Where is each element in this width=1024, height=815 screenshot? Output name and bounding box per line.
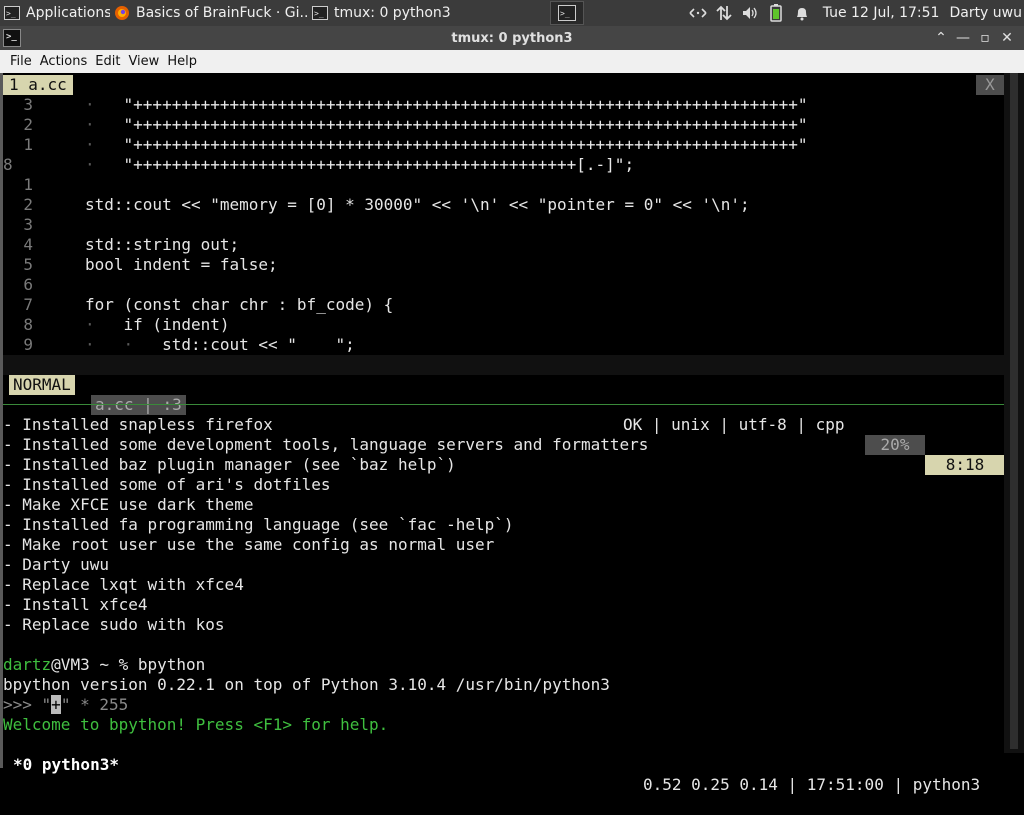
workspace-icon: >_ — [558, 5, 576, 21]
log-line: - Installed some of ari's dotfiles — [3, 475, 331, 494]
terminal-app-icon: >_ — [4, 6, 20, 20]
tmux-status-right: 0.52 0.25 0.14 | 17:51:00 | python3 — [643, 775, 981, 794]
vim-filename: a.cc | :3 — [91, 395, 186, 415]
tmux-pane-divider[interactable] — [3, 404, 1004, 405]
vim-fileinfo: OK | unix | utf-8 | cpp — [623, 415, 845, 434]
applications-label: Applications — [26, 5, 110, 21]
firefox-icon — [115, 6, 129, 20]
terminal-scrollbar[interactable] — [1004, 73, 1024, 753]
log-line: - Installed snapless firefox — [3, 415, 273, 434]
menu-view[interactable]: View — [128, 54, 167, 69]
tmux-statusbar: *0 python3* 0.52 0.25 0.14 | 17:51:00 | … — [3, 735, 1024, 794]
scrollbar-thumb[interactable] — [1010, 73, 1018, 749]
top-panel: >_ Applications ☰ Basics of BrainFuck · … — [0, 0, 1024, 26]
applications-menu[interactable]: >_ Applications ☰ — [0, 1, 110, 25]
log-line: - Make root user use the same config as … — [3, 535, 495, 554]
vim-cursor-position: 8:18 — [925, 455, 1005, 475]
window-title: tmux: 0 python3 — [451, 30, 573, 46]
chevron-up-icon[interactable]: ⌃ — [930, 30, 952, 46]
bpython-version: bpython version 0.22.1 on top of Python … — [3, 675, 610, 694]
svg-text:>_: >_ — [314, 9, 324, 18]
workspace-switcher[interactable]: >_ — [550, 1, 584, 25]
svg-text:>_: >_ — [6, 9, 16, 18]
menu-edit[interactable]: Edit — [95, 54, 128, 69]
panel-user[interactable]: Darty uwu — [949, 5, 1022, 21]
log-line: - Installed some development tools, lang… — [3, 435, 649, 454]
window-titlebar: >_ tmux: 0 python3 ⌃ — ▫ ✕ — [0, 26, 1024, 50]
vim-statusline: NORMAL a.cc | :3 OK | unix | utf-8 | cpp… — [3, 355, 1005, 475]
menu-file[interactable]: File — [0, 54, 40, 69]
volume-icon[interactable] — [739, 2, 761, 24]
log-line: - Replace lxqt with xfce4 — [3, 575, 244, 594]
bpython-input[interactable]: >>> "+" * 255 — [3, 695, 128, 715]
battery-icon[interactable] — [765, 2, 787, 24]
tmux-window-tab[interactable]: *0 python3* — [13, 755, 119, 775]
log-line: - Installed baz plugin manager (see `baz… — [3, 455, 456, 474]
terminal-icon: >_ — [312, 6, 328, 20]
text-cursor: + — [51, 695, 61, 714]
panel-clock[interactable]: Tue 12 Jul, 17:51 — [823, 5, 940, 21]
vim-tab[interactable]: 1 a.cc — [3, 75, 73, 95]
menu-actions[interactable]: Actions — [40, 54, 96, 69]
network-icon[interactable] — [687, 2, 709, 24]
taskbar-browser[interactable]: Basics of BrainFuck · Gi... — [110, 1, 308, 25]
vim-mode: NORMAL — [9, 375, 75, 395]
vim-tabline: 1 a.cc X — [3, 75, 1004, 95]
shell-prompt: dartz@VM3 ~ % bpython — [3, 655, 206, 674]
menu-help[interactable]: Help — [167, 54, 205, 69]
svg-text:>_: >_ — [560, 9, 570, 18]
bpython-welcome: Welcome to bpython! Press <F1> for help. — [3, 715, 389, 734]
close-icon[interactable]: ✕ — [996, 30, 1018, 46]
taskbar-terminal-label: tmux: 0 python3 — [334, 5, 451, 21]
taskbar-browser-label: Basics of BrainFuck · Gi... — [136, 5, 308, 21]
log-line: - Make XFCE use dark theme — [3, 495, 254, 514]
maximize-icon[interactable]: ▫ — [974, 30, 996, 46]
notification-bell-icon[interactable] — [791, 2, 813, 24]
menu-bar: File Actions Edit View Help — [0, 50, 1024, 73]
log-line: - Replace sudo with kos — [3, 615, 225, 634]
log-line: - Install xfce4 — [3, 595, 148, 614]
log-line: - Installed fa programming language (see… — [3, 515, 514, 534]
minimize-icon[interactable]: — — [952, 30, 974, 46]
taskbar-terminal[interactable]: >_ tmux: 0 python3 — [308, 1, 506, 25]
vim-percent: 20% — [865, 435, 925, 455]
log-line: - Darty uwu — [3, 555, 109, 574]
transfer-arrows-icon[interactable] — [713, 2, 735, 24]
window-menu-icon[interactable]: >_ — [3, 29, 21, 47]
vim-tab-close[interactable]: X — [976, 75, 1004, 95]
terminal-area[interactable]: 1 a.cc X 3 · "+++++++++++++++++++++++++++… — [0, 73, 1024, 794]
